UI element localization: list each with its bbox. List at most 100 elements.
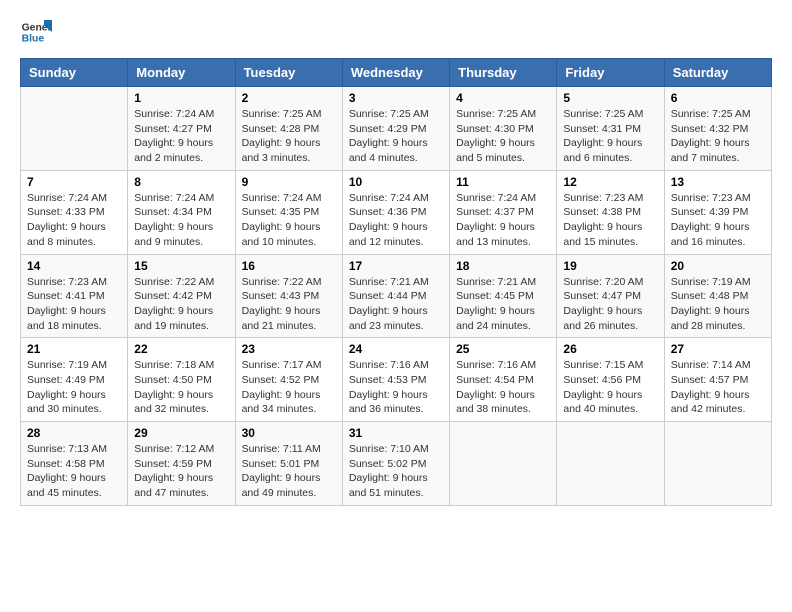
day-info: Sunrise: 7:22 AMSunset: 4:42 PMDaylight:… (134, 275, 228, 334)
calendar-cell: 29Sunrise: 7:12 AMSunset: 4:59 PMDayligh… (128, 422, 235, 506)
day-number: 17 (349, 259, 443, 273)
day-number: 22 (134, 342, 228, 356)
calendar-cell: 24Sunrise: 7:16 AMSunset: 4:53 PMDayligh… (342, 338, 449, 422)
day-info: Sunrise: 7:11 AMSunset: 5:01 PMDaylight:… (242, 442, 336, 501)
day-info: Sunrise: 7:22 AMSunset: 4:43 PMDaylight:… (242, 275, 336, 334)
weekday-header: Saturday (664, 59, 771, 87)
day-info: Sunrise: 7:13 AMSunset: 4:58 PMDaylight:… (27, 442, 121, 501)
day-info: Sunrise: 7:24 AMSunset: 4:34 PMDaylight:… (134, 191, 228, 250)
calendar-cell: 30 Sunrise: 7:11 AMSunset: 5:01 PMDayligh… (235, 422, 342, 506)
day-info: Sunrise: 7:17 AMSunset: 4:52 PMDaylight:… (242, 358, 336, 417)
day-info: Sunrise: 7:14 AMSunset: 4:57 PMDaylight:… (671, 358, 765, 417)
day-number: 9 (242, 175, 336, 189)
weekday-header: Friday (557, 59, 664, 87)
day-info: Sunrise: 7:20 AMSunset: 4:47 PMDaylight:… (563, 275, 657, 334)
calendar-cell: 23 Sunrise: 7:17 AMSunset: 4:52 PMDayligh… (235, 338, 342, 422)
day-info: Sunrise: 7:21 AMSunset: 4:44 PMDaylight:… (349, 275, 443, 334)
calendar-header: SundayMondayTuesdayWednesdayThursdayFrid… (21, 59, 772, 87)
calendar-cell: 21Sunrise: 7:19 AMSunset: 4:49 PMDayligh… (21, 338, 128, 422)
day-number: 2 (242, 91, 336, 105)
weekday-header: Monday (128, 59, 235, 87)
day-info: Sunrise: 7:24 AMSunset: 4:35 PMDaylight:… (242, 191, 336, 250)
day-info: Sunrise: 7:23 AMSunset: 4:41 PMDaylight:… (27, 275, 121, 334)
day-info: Sunrise: 7:24 AMSunset: 4:36 PMDaylight:… (349, 191, 443, 250)
day-number: 8 (134, 175, 228, 189)
calendar-cell (450, 422, 557, 506)
calendar-table: SundayMondayTuesdayWednesdayThursdayFrid… (20, 58, 772, 506)
day-number: 3 (349, 91, 443, 105)
calendar-cell: 14 Sunrise: 7:23 AMSunset: 4:41 PMDayligh… (21, 254, 128, 338)
day-number: 28 (27, 426, 121, 440)
day-info: Sunrise: 7:24 AMSunset: 4:33 PMDaylight:… (27, 191, 121, 250)
weekday-header: Thursday (450, 59, 557, 87)
day-number: 13 (671, 175, 765, 189)
calendar-cell: 10 Sunrise: 7:24 AMSunset: 4:36 PMDayligh… (342, 170, 449, 254)
day-number: 1 (134, 91, 228, 105)
day-number: 4 (456, 91, 550, 105)
day-number: 14 (27, 259, 121, 273)
calendar-cell: 3 Sunrise: 7:25 AMSunset: 4:29 PMDaylight… (342, 87, 449, 171)
day-number: 5 (563, 91, 657, 105)
day-info: Sunrise: 7:23 AMSunset: 4:38 PMDaylight:… (563, 191, 657, 250)
calendar-cell: 7 Sunrise: 7:24 AMSunset: 4:33 PMDaylight… (21, 170, 128, 254)
day-info: Sunrise: 7:25 AMSunset: 4:29 PMDaylight:… (349, 107, 443, 166)
day-info: Sunrise: 7:19 AMSunset: 4:48 PMDaylight:… (671, 275, 765, 334)
day-info: Sunrise: 7:16 AMSunset: 4:54 PMDaylight:… (456, 358, 550, 417)
calendar-week-row: 14 Sunrise: 7:23 AMSunset: 4:41 PMDayligh… (21, 254, 772, 338)
day-info: Sunrise: 7:25 AMSunset: 4:30 PMDaylight:… (456, 107, 550, 166)
svg-text:Blue: Blue (22, 34, 45, 45)
calendar-cell: 5 Sunrise: 7:25 AMSunset: 4:31 PMDaylight… (557, 87, 664, 171)
day-number: 26 (563, 342, 657, 356)
calendar-cell: 17 Sunrise: 7:21 AMSunset: 4:44 PMDayligh… (342, 254, 449, 338)
day-number: 19 (563, 259, 657, 273)
logo: General Blue (20, 16, 56, 48)
day-number: 10 (349, 175, 443, 189)
calendar-cell: 6 Sunrise: 7:25 AMSunset: 4:32 PMDaylight… (664, 87, 771, 171)
calendar-cell: 28 Sunrise: 7:13 AMSunset: 4:58 PMDayligh… (21, 422, 128, 506)
day-info: Sunrise: 7:25 AMSunset: 4:28 PMDaylight:… (242, 107, 336, 166)
weekday-row: SundayMondayTuesdayWednesdayThursdayFrid… (21, 59, 772, 87)
day-number: 15 (134, 259, 228, 273)
calendar-cell: 4 Sunrise: 7:25 AMSunset: 4:30 PMDaylight… (450, 87, 557, 171)
calendar-cell (21, 87, 128, 171)
day-number: 11 (456, 175, 550, 189)
weekday-header: Sunday (21, 59, 128, 87)
weekday-header: Wednesday (342, 59, 449, 87)
day-info: Sunrise: 7:10 AMSunset: 5:02 PMDaylight:… (349, 442, 443, 501)
calendar-cell: 18Sunrise: 7:21 AMSunset: 4:45 PMDayligh… (450, 254, 557, 338)
calendar-cell: 22 Sunrise: 7:18 AMSunset: 4:50 PMDayligh… (128, 338, 235, 422)
day-info: Sunrise: 7:18 AMSunset: 4:50 PMDaylight:… (134, 358, 228, 417)
calendar-cell: 20Sunrise: 7:19 AMSunset: 4:48 PMDayligh… (664, 254, 771, 338)
day-number: 7 (27, 175, 121, 189)
calendar-week-row: 7 Sunrise: 7:24 AMSunset: 4:33 PMDaylight… (21, 170, 772, 254)
calendar-cell: 12 Sunrise: 7:23 AMSunset: 4:38 PMDayligh… (557, 170, 664, 254)
calendar-cell: 31 Sunrise: 7:10 AMSunset: 5:02 PMDayligh… (342, 422, 449, 506)
day-number: 31 (349, 426, 443, 440)
calendar-week-row: 1Sunrise: 7:24 AMSunset: 4:27 PMDaylight… (21, 87, 772, 171)
calendar-cell: 13 Sunrise: 7:23 AMSunset: 4:39 PMDayligh… (664, 170, 771, 254)
day-number: 29 (134, 426, 228, 440)
day-number: 6 (671, 91, 765, 105)
day-info: Sunrise: 7:23 AMSunset: 4:39 PMDaylight:… (671, 191, 765, 250)
day-info: Sunrise: 7:19 AMSunset: 4:49 PMDaylight:… (27, 358, 121, 417)
calendar-cell (557, 422, 664, 506)
calendar-cell: 25 Sunrise: 7:16 AMSunset: 4:54 PMDayligh… (450, 338, 557, 422)
day-info: Sunrise: 7:24 AMSunset: 4:37 PMDaylight:… (456, 191, 550, 250)
day-number: 16 (242, 259, 336, 273)
day-number: 30 (242, 426, 336, 440)
day-number: 25 (456, 342, 550, 356)
day-info: Sunrise: 7:25 AMSunset: 4:32 PMDaylight:… (671, 107, 765, 166)
day-number: 12 (563, 175, 657, 189)
day-number: 27 (671, 342, 765, 356)
day-info: Sunrise: 7:15 AMSunset: 4:56 PMDaylight:… (563, 358, 657, 417)
weekday-header: Tuesday (235, 59, 342, 87)
page-header: General Blue (20, 16, 772, 48)
calendar-cell: 27 Sunrise: 7:14 AMSunset: 4:57 PMDayligh… (664, 338, 771, 422)
logo-icon: General Blue (20, 16, 52, 48)
calendar-cell: 1Sunrise: 7:24 AMSunset: 4:27 PMDaylight… (128, 87, 235, 171)
calendar-cell: 19 Sunrise: 7:20 AMSunset: 4:47 PMDayligh… (557, 254, 664, 338)
day-number: 23 (242, 342, 336, 356)
day-info: Sunrise: 7:21 AMSunset: 4:45 PMDaylight:… (456, 275, 550, 334)
calendar-cell: 2 Sunrise: 7:25 AMSunset: 4:28 PMDaylight… (235, 87, 342, 171)
day-info: Sunrise: 7:25 AMSunset: 4:31 PMDaylight:… (563, 107, 657, 166)
